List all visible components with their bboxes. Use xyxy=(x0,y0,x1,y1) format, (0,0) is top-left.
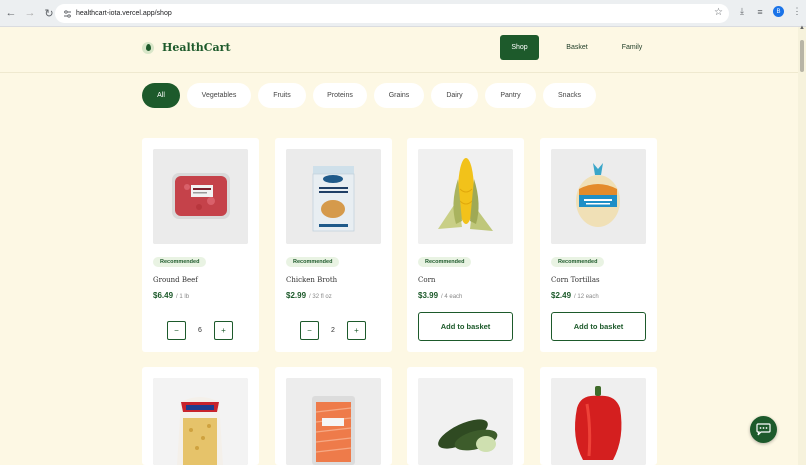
recommended-badge: Recommended xyxy=(551,257,605,267)
product-card: Recommended Ground Beef $6.49 / 1 lb − 6… xyxy=(142,138,259,352)
back-icon[interactable]: ← xyxy=(3,5,19,21)
product-price: $6.49 xyxy=(153,291,174,300)
quantity-value: 6 xyxy=(198,327,202,334)
recommended-badge: Recommended xyxy=(286,257,340,267)
add-to-basket-button[interactable]: Add to basket xyxy=(418,312,513,341)
product-image-popcorn-kernels xyxy=(153,378,248,465)
product-image-ground-beef xyxy=(153,149,248,244)
recommended-badge: Recommended xyxy=(418,257,472,267)
product-name: Chicken Broth xyxy=(286,276,338,284)
product-image-corn-tortillas xyxy=(551,149,646,244)
browser-toolbar: ← → ↻ healthcart-iota.vercel.app/shop ☆ … xyxy=(0,0,806,27)
site-header: HealthCart Shop Basket Family xyxy=(0,27,798,73)
price-row: $2.99 / 32 fl oz xyxy=(286,291,332,300)
product-name: Corn xyxy=(418,276,436,284)
forward-icon[interactable]: → xyxy=(22,5,38,21)
product-card xyxy=(540,367,657,465)
top-nav: Shop Basket Family xyxy=(500,35,649,60)
site-info-icon[interactable] xyxy=(62,9,72,19)
category-chip-all[interactable]: All xyxy=(142,83,180,108)
price-row: $2.49 / 12 each xyxy=(551,291,599,300)
chat-icon xyxy=(756,423,771,436)
bookmark-star-icon[interactable]: ☆ xyxy=(714,7,723,18)
price-row: $6.49 / 1 lb xyxy=(153,291,189,300)
quantity-value: 2 xyxy=(331,327,335,334)
product-image-zucchini xyxy=(418,378,513,465)
logo[interactable]: HealthCart xyxy=(142,41,231,54)
product-price: $2.49 xyxy=(551,291,572,300)
category-chip-vegetables[interactable]: Vegetables xyxy=(187,83,251,108)
category-chip-fruits[interactable]: Fruits xyxy=(258,83,306,108)
category-chip-proteins[interactable]: Proteins xyxy=(313,83,367,108)
increase-quantity-button[interactable]: + xyxy=(214,321,233,340)
quantity-stepper: − 6 + xyxy=(167,321,233,340)
product-unit: / 1 lb xyxy=(176,294,190,300)
product-image-corn xyxy=(418,149,513,244)
product-image-red-bell-pepper xyxy=(551,378,646,465)
product-price: $3.99 xyxy=(418,291,439,300)
product-card xyxy=(275,367,392,465)
tab-search-icon[interactable]: ≡ xyxy=(755,7,765,17)
scroll-up-icon[interactable]: ▲ xyxy=(799,25,805,31)
scrollbar-thumb[interactable] xyxy=(800,40,804,72)
product-card: Recommended Chicken Broth $2.99 / 32 fl … xyxy=(275,138,392,352)
product-name: Corn Tortillas xyxy=(551,276,600,284)
more-menu-icon[interactable]: ⋮ xyxy=(792,6,802,17)
product-card: Recommended Corn Tortillas $2.49 / 12 ea… xyxy=(540,138,657,352)
url-text: healthcart-iota.vercel.app/shop xyxy=(76,10,172,17)
nav-family[interactable]: Family xyxy=(615,35,649,60)
logo-text: HealthCart xyxy=(162,41,231,54)
increase-quantity-button[interactable]: + xyxy=(347,321,366,340)
download-icon[interactable]: ⤓ xyxy=(737,6,747,17)
product-unit: / 12 each xyxy=(574,294,599,300)
nav-shop[interactable]: Shop xyxy=(500,35,539,60)
product-card: Recommended Corn $3.99 / 4 each Add to b… xyxy=(407,138,524,352)
category-filter: All Vegetables Fruits Proteins Grains Da… xyxy=(142,83,603,108)
product-image-salmon xyxy=(286,378,381,465)
quantity-stepper: − 2 + xyxy=(300,321,366,340)
profile-avatar[interactable]: B xyxy=(773,6,784,17)
price-row: $3.99 / 4 each xyxy=(418,291,462,300)
product-name: Ground Beef xyxy=(153,276,198,284)
product-image-chicken-broth xyxy=(286,149,381,244)
category-chip-pantry[interactable]: Pantry xyxy=(485,83,536,108)
product-card xyxy=(407,367,524,465)
leaf-logo-icon xyxy=(142,41,154,54)
nav-basket[interactable]: Basket xyxy=(559,35,595,60)
category-chip-grains[interactable]: Grains xyxy=(374,83,424,108)
product-card xyxy=(142,367,259,465)
page-scrollbar[interactable] xyxy=(798,27,806,465)
address-bar[interactable]: healthcart-iota.vercel.app/shop ☆ xyxy=(55,4,729,23)
category-chip-snacks[interactable]: Snacks xyxy=(543,83,596,108)
recommended-badge: Recommended xyxy=(153,257,207,267)
product-unit: / 32 fl oz xyxy=(309,294,332,300)
product-price: $2.99 xyxy=(286,291,307,300)
category-chip-dairy[interactable]: Dairy xyxy=(431,83,478,108)
product-unit: / 4 each xyxy=(441,294,463,300)
add-to-basket-button[interactable]: Add to basket xyxy=(551,312,646,341)
decrease-quantity-button[interactable]: − xyxy=(167,321,186,340)
chat-button[interactable] xyxy=(750,416,777,443)
decrease-quantity-button[interactable]: − xyxy=(300,321,319,340)
